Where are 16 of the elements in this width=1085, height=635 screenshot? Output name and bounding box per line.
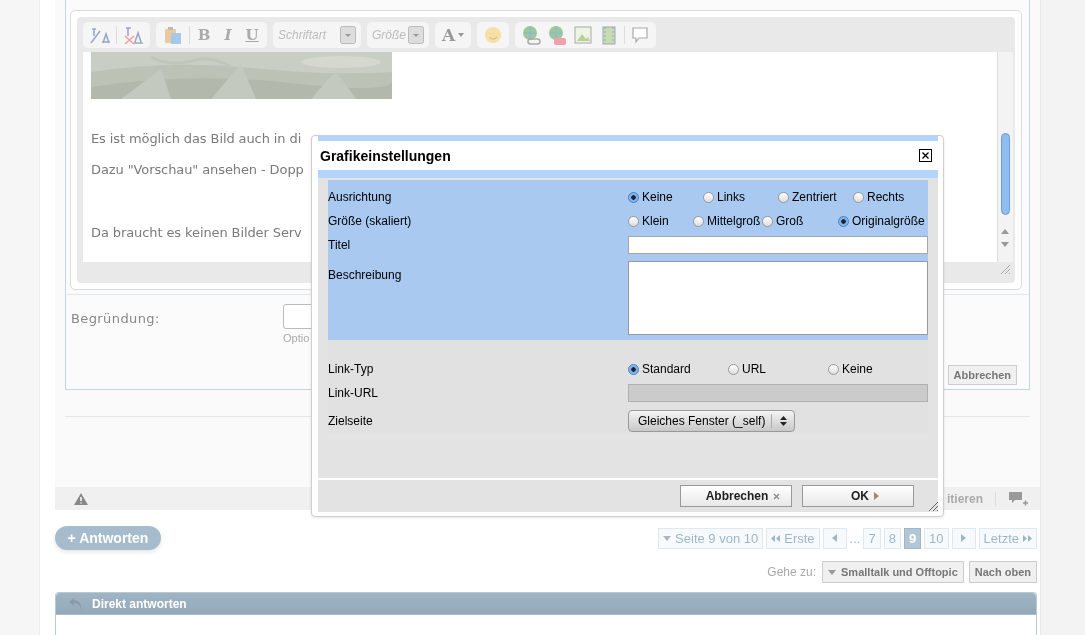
ellipsis: ...: [849, 530, 861, 546]
panel-title: Direkt antworten: [92, 596, 187, 611]
hint-text: Optio: [283, 332, 311, 344]
paragraph: Es ist möglich das Bild auch in di: [91, 131, 302, 146]
dialog-title: Grafikeinstellungen: [320, 147, 451, 164]
paragraph: Dazu "Vorschau" ansehen - Dopp: [91, 162, 304, 177]
field-label: Link-URL: [328, 385, 379, 402]
field-label: Beschreibung: [328, 267, 403, 282]
field-label: Link-Typ: [328, 361, 375, 378]
field-label: Titel: [328, 237, 352, 254]
field-label: Begründung:: [71, 310, 161, 328]
jump-label: Gehe zu:: [767, 565, 817, 579]
field-label: Zielseite: [328, 413, 374, 430]
field-label: Größe (skaliert): [328, 213, 413, 230]
field-label: Ausrichtung: [328, 189, 393, 206]
paragraph: Da braucht es keinen Bilder Serv: [91, 225, 302, 240]
